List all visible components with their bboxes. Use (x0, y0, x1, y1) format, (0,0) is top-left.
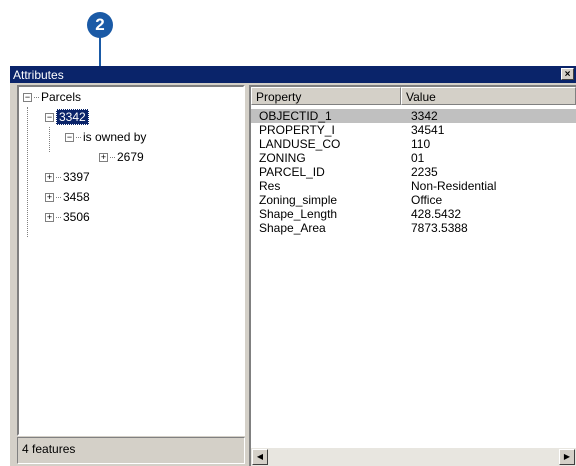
property-cell: LANDUSE_CO (259, 137, 341, 151)
tree-node-3458[interactable]: + 3458 (45, 189, 90, 205)
tree-node-label: 2679 (117, 150, 144, 164)
property-cell: Zoning_simple (259, 193, 338, 207)
column-header-property[interactable]: Property (251, 87, 401, 105)
feature-count: 4 features (22, 442, 76, 456)
value-cell: 110 (411, 137, 431, 151)
expand-icon[interactable]: + (99, 152, 108, 162)
window-titlebar[interactable]: Attributes × (10, 66, 576, 83)
property-cell: PARCEL_ID (259, 165, 325, 179)
tree-dots (56, 176, 61, 178)
collapse-icon[interactable]: − (65, 132, 74, 142)
tree-node-is-owned-by[interactable]: − is owned by (65, 129, 146, 145)
property-cell: ZONING (259, 151, 306, 165)
tree-node-label-selected: 3342 (56, 109, 89, 125)
value-cell: 3342 (411, 109, 438, 123)
collapse-icon[interactable]: − (45, 112, 54, 122)
value-cell: 01 (411, 151, 425, 165)
tree-node-label: Parcels (41, 90, 82, 104)
expand-icon[interactable]: + (45, 172, 54, 182)
properties-table[interactable]: Property Value OBJECTID_1 3342 PROPERTY_… (249, 85, 576, 466)
window-title: Attributes (13, 67, 64, 82)
close-button[interactable]: × (561, 68, 574, 80)
collapse-icon[interactable]: − (23, 92, 32, 102)
tree-node-2679[interactable]: + 2679 (99, 149, 144, 165)
tree-node-3342[interactable]: − 3342 (45, 109, 89, 125)
tree-node-label: 3397 (63, 170, 90, 184)
value-cell: 428.5432 (411, 207, 462, 221)
attributes-window: Attributes × − Parcels − 3342 − is owned… (10, 66, 576, 466)
tree-dots (56, 216, 61, 218)
value-cell: Non-Residential (411, 179, 497, 193)
expand-icon[interactable]: + (45, 192, 54, 202)
property-cell: OBJECTID_1 (259, 109, 332, 123)
tree-dots (110, 156, 115, 158)
tree-connector-line (49, 127, 50, 152)
value-cell: 34541 (411, 123, 445, 137)
tree-node-label: 3506 (63, 210, 90, 224)
status-bar: 4 features (17, 437, 245, 464)
property-cell: Res (259, 179, 281, 193)
feature-tree[interactable]: − Parcels − 3342 − is owned by + 2679 + … (17, 85, 245, 436)
tree-dots (34, 96, 39, 98)
tree-node-3397[interactable]: + 3397 (45, 169, 90, 185)
tree-node-label: is owned by (83, 130, 147, 144)
tree-node-parcels[interactable]: − Parcels (23, 89, 81, 105)
property-cell: Shape_Area (259, 221, 326, 235)
scroll-left-icon[interactable]: ◀ (252, 449, 268, 465)
expand-icon[interactable]: + (45, 212, 54, 222)
property-cell: PROPERTY_I (259, 123, 335, 137)
tree-node-label: 3458 (63, 190, 90, 204)
tree-dots (76, 136, 81, 138)
callout-number-badge: 2 (87, 12, 113, 38)
scroll-right-icon[interactable]: ▶ (559, 449, 575, 465)
property-cell: Shape_Length (259, 207, 338, 221)
tree-node-3506[interactable]: + 3506 (45, 209, 90, 225)
tree-dots (56, 196, 61, 198)
value-cell: Office (411, 193, 443, 207)
tree-connector-line (27, 107, 28, 237)
horizontal-scrollbar[interactable]: ◀ ▶ (251, 448, 576, 466)
column-header-value[interactable]: Value (401, 87, 576, 105)
value-cell: 7873.5388 (411, 221, 468, 235)
value-cell: 2235 (411, 165, 438, 179)
